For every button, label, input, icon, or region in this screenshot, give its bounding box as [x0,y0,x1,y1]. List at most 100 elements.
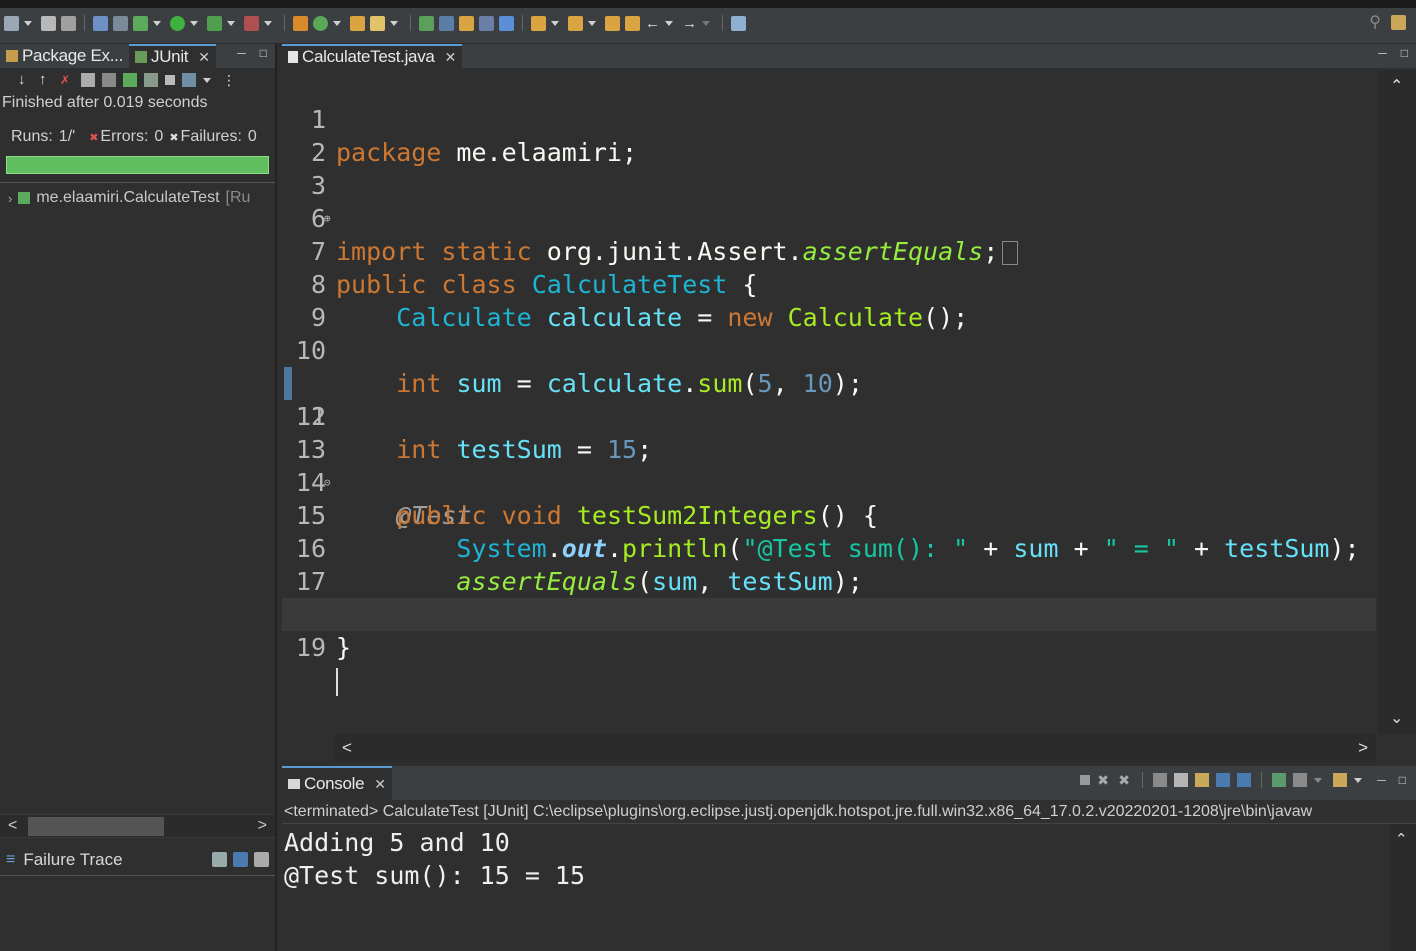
tab-package-explorer[interactable]: Package Ex... [0,44,129,68]
console-output[interactable]: Adding 5 and 10 @Test sum(): 15 = 15 [282,824,1416,892]
scroll-lock-icon[interactable] [1174,773,1189,787]
scroll-right-icon[interactable]: > [1358,738,1368,758]
copy-trace-icon[interactable] [254,852,269,867]
history-icon[interactable] [182,73,196,87]
coverage-icon[interactable] [207,15,222,31]
scrollbar-thumb[interactable] [28,817,164,836]
maximize-icon[interactable]: □ [1399,773,1406,787]
next-annotation-dropdown-icon[interactable] [551,20,559,26]
scroll-lock-icon[interactable] [81,73,95,87]
save-icon[interactable] [41,15,56,31]
tab-calculatetest-java[interactable]: CalculateTest.java ✕ [282,44,462,68]
code-area[interactable]: 1 package me.elaamiri; 2 3 ⊕ import stat… [282,70,1376,734]
toolbar-buttons: ← → [4,12,746,34]
scroll-left-icon[interactable]: < [342,738,352,758]
search-tool-icon[interactable] [370,15,385,31]
display-console-dropdown-icon[interactable] [1314,777,1323,783]
word-wrap-icon[interactable] [459,15,474,31]
external-tools-dropdown-icon[interactable] [264,20,272,26]
forward-arrow-icon[interactable]: → [682,16,697,31]
last-edit-location-icon[interactable] [605,15,620,31]
history-dropdown-icon[interactable] [203,77,211,83]
run-icon[interactable] [170,15,185,31]
run-dropdown-icon[interactable] [190,20,198,26]
rerun-icon[interactable] [123,73,137,87]
close-icon[interactable]: ✕ [445,49,457,66]
display-console-icon[interactable] [1293,773,1308,787]
debug-icon[interactable] [133,15,148,31]
show-whitespace-icon[interactable] [499,15,514,31]
close-icon[interactable]: ✕ [198,49,210,66]
debug-dropdown-icon[interactable] [153,20,161,26]
test-tree-item[interactable]: › me.elaamiri.CalculateTest [Ru [0,189,275,207]
search-icon[interactable]: ⚲ [1369,12,1381,32]
runs-value: 1/' [58,128,76,145]
new-java-project-icon[interactable] [293,15,308,31]
new-class-dropdown-icon[interactable] [333,20,341,26]
open-type-icon[interactable] [350,15,365,31]
show-failures-only-icon[interactable]: ✗ [60,73,74,87]
rerun-failed-icon[interactable] [144,73,158,87]
terminate-icon[interactable] [1080,775,1091,785]
minimize-icon[interactable]: ─ [1377,773,1386,787]
open-console-dropdown-icon[interactable] [1354,777,1363,783]
tab-console[interactable]: Console ✕ [282,766,392,800]
mark-occurrences-icon[interactable] [439,15,454,31]
new-class-icon[interactable] [313,15,328,31]
previous-annotation-dropdown-icon[interactable] [588,20,596,26]
remove-all-icon[interactable]: ✖ [1118,773,1132,787]
scroll-right-icon[interactable]: > [258,817,267,835]
perspective-icon[interactable] [1391,14,1406,30]
remove-launch-icon[interactable]: ✖ [1097,773,1111,787]
show-on-stderr-icon[interactable] [1237,773,1252,787]
minimize-icon[interactable]: ─ [1378,46,1387,60]
horizontal-scrollbar[interactable]: < > [0,814,275,838]
clear-console-icon[interactable] [1153,773,1168,787]
previous-annotation-icon[interactable] [568,15,583,31]
maximize-icon[interactable]: □ [1401,46,1408,60]
maximize-icon[interactable]: □ [260,46,267,60]
external-tools-icon[interactable] [244,15,259,31]
vertical-scrollbar[interactable]: ⌃ ⌄ [1378,70,1416,734]
layout-icon[interactable] [102,73,116,87]
minimize-icon[interactable]: ─ [237,46,246,60]
toolbar-separator [1261,772,1263,788]
next-failure-icon[interactable]: ↓ [18,72,32,87]
toggle-breadcrumb-icon[interactable] [419,15,434,31]
terminal-icon[interactable] [93,15,108,31]
horizontal-scrollbar[interactable]: < > [334,734,1376,762]
forward-dropdown-icon[interactable] [702,20,710,26]
search-dropdown-icon[interactable] [390,20,398,26]
show-on-stdout-icon[interactable] [1216,773,1231,787]
view-controls: ─ □ [237,46,267,60]
pin-console-icon[interactable] [1272,773,1287,787]
chevron-right-icon[interactable]: › [8,191,12,206]
stop-icon[interactable] [165,75,175,85]
previous-failure-icon[interactable]: ↑ [39,72,53,87]
new-dropdown-icon[interactable] [24,20,32,26]
word-wrap-icon[interactable] [1195,773,1210,787]
console-view: Console ✕ ✖ ✖ ─ □ <terminated> Calculate… [282,766,1416,951]
scroll-up-icon[interactable]: ⌃ [1395,830,1408,848]
back-dropdown-icon[interactable] [665,20,673,26]
compare-icon[interactable] [212,852,227,867]
save-all-icon[interactable] [61,15,76,31]
open-console-icon[interactable] [1333,773,1348,787]
close-icon[interactable]: ✕ [374,776,386,793]
pin-editor-icon[interactable] [731,15,746,31]
scroll-up-icon[interactable]: ⌃ [1390,76,1403,96]
vertical-scrollbar[interactable]: ⌃ [1390,824,1416,951]
filter-stack-icon[interactable] [233,852,248,867]
next-edit-icon[interactable] [625,15,640,31]
scroll-left-icon[interactable]: < [8,817,17,835]
next-annotation-icon[interactable] [531,15,546,31]
new-icon[interactable] [4,15,19,31]
view-menu-icon[interactable]: ⋮ [222,72,236,89]
block-selection-icon[interactable] [479,15,494,31]
coverage-dropdown-icon[interactable] [227,20,235,26]
scroll-down-icon[interactable]: ⌄ [1390,708,1403,728]
tab-junit[interactable]: JUnit ✕ [129,44,216,68]
skip-breakpoints-icon[interactable] [113,15,128,31]
back-arrow-icon[interactable]: ← [645,16,660,31]
tab-label: Console [304,774,365,793]
